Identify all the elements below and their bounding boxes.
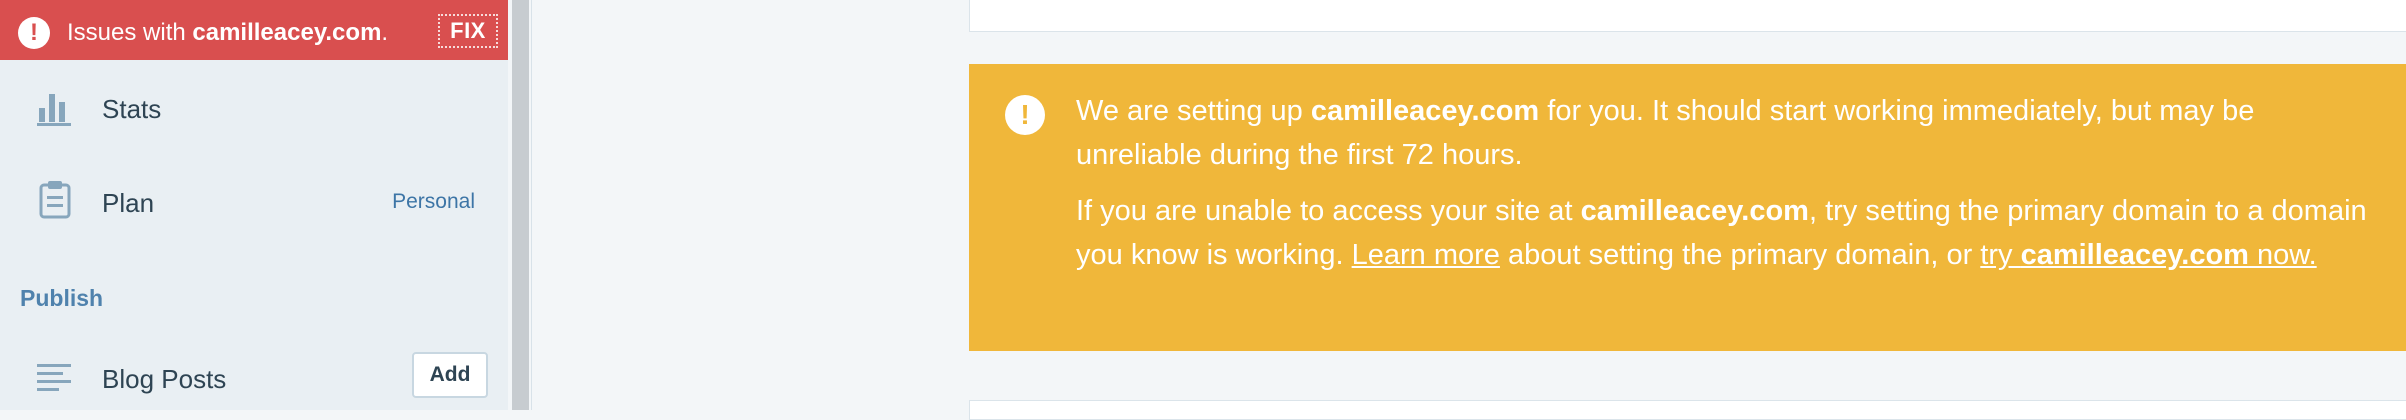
learn-more-link[interactable]: Learn more — [1352, 239, 1500, 271]
sidebar-item-label: Plan — [102, 188, 155, 218]
site-issues-bar[interactable]: ! Issues with camilleacey.com. FIX — [0, 0, 508, 60]
domain-setup-notice: ! We are setting up camilleacey.com for … — [969, 64, 2406, 351]
sidebar-item-label: Blog Posts — [102, 364, 227, 394]
sidebar-item-label: Stats — [102, 94, 162, 124]
issues-domain: camilleacey.com — [192, 19, 382, 46]
clipboard-icon — [39, 181, 71, 219]
fix-button[interactable]: FIX — [438, 14, 498, 48]
notice-domain: camilleacey.com — [1580, 195, 1809, 227]
notice-text: We are setting up camilleacey.com for yo… — [1076, 89, 2376, 289]
alert-icon: ! — [18, 17, 50, 49]
sidebar-divider — [531, 0, 532, 410]
sidebar: ! Issues with camilleacey.com. FIX Stats… — [0, 0, 508, 410]
posts-icon — [37, 364, 71, 391]
sidebar-scrollbar[interactable] — [512, 0, 529, 410]
issues-message: Issues with camilleacey.com. — [67, 19, 389, 46]
notice-paragraph: If you are unable to access your site at… — [1076, 195, 2367, 271]
sidebar-item-plan[interactable]: Plan Personal — [0, 162, 508, 242]
alert-icon: ! — [1005, 95, 1045, 135]
content-card-top — [969, 0, 2406, 32]
plan-name: Personal — [392, 190, 475, 213]
section-heading-publish: Publish — [20, 285, 104, 311]
try-domain-link[interactable]: try camilleacey.com now. — [1980, 239, 2316, 271]
sidebar-item-stats[interactable]: Stats — [0, 68, 508, 148]
notice-paragraph: We are setting up camilleacey.com for yo… — [1076, 95, 2255, 171]
content-card-bottom — [969, 400, 2406, 420]
notice-domain: camilleacey.com — [1310, 95, 1540, 127]
stats-icon — [37, 94, 71, 126]
add-post-button[interactable]: Add — [412, 352, 488, 398]
